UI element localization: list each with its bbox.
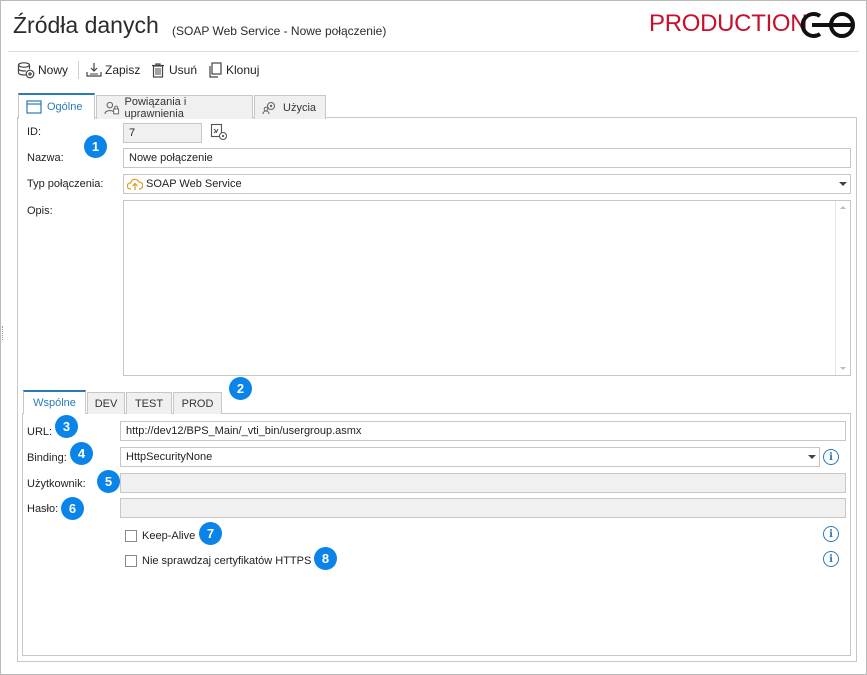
save-icon	[86, 63, 102, 77]
callout-badge-6: 6	[61, 497, 84, 520]
delete-button-label: Usuń	[169, 63, 198, 77]
binding-select[interactable]: HttpSecurityNone	[120, 447, 820, 467]
subtab-test[interactable]: TEST	[126, 392, 172, 414]
url-field[interactable]: http://dev12/BPS_Main/_vti_bin/usergroup…	[120, 421, 846, 441]
callout-badge-3: 3	[55, 415, 78, 438]
page-title: Źródła danych	[13, 12, 159, 38]
callout-badge-4: 4	[70, 442, 93, 465]
id-label: ID:	[27, 126, 42, 138]
scroll-up-arrow-icon[interactable]	[840, 206, 846, 209]
user-field[interactable]	[120, 473, 846, 493]
binding-info-icon[interactable]: i	[823, 449, 839, 465]
clone-button[interactable]: Klonuj	[207, 60, 259, 80]
header-divider	[8, 51, 859, 52]
tab-relations[interactable]: Powiązania i uprawnienia	[96, 95, 253, 120]
user-label: Użytkownik:	[27, 478, 86, 490]
new-database-icon	[17, 62, 35, 79]
callout-badge-2: 2	[229, 377, 252, 400]
name-field[interactable]: Nowe połączenie	[123, 148, 851, 168]
save-button-label: Zapisz	[105, 63, 141, 77]
user-lock-icon	[104, 101, 120, 114]
page-subtitle: (SOAP Web Service - Nowe połączenie)	[172, 24, 387, 38]
description-textarea[interactable]	[123, 200, 851, 376]
password-field[interactable]	[120, 498, 846, 518]
callout-badge-5: 5	[97, 470, 120, 493]
subtab-dev[interactable]: DEV	[87, 392, 125, 414]
tab-relations-label: Powiązania i uprawnienia	[124, 95, 187, 120]
new-button-label: Nowy	[38, 63, 69, 77]
environment-label: PRODUCTION	[649, 10, 808, 37]
webcon-logo-icon	[800, 12, 855, 38]
callout-badge-7: 7	[199, 522, 222, 545]
keepalive-label: Keep-Alive	[142, 530, 196, 542]
keepalive-info-icon[interactable]: i	[823, 526, 839, 542]
gear-users-icon	[262, 101, 276, 114]
window-icon	[26, 100, 42, 114]
no-cert-check-info-icon[interactable]: i	[823, 551, 839, 567]
tab-general[interactable]: Ogólne	[18, 93, 95, 119]
new-button[interactable]: Nowy	[17, 60, 68, 80]
connection-type-label: Typ połączenia:	[27, 178, 104, 190]
toolbar-separator	[78, 61, 79, 79]
resize-grip[interactable]	[2, 326, 5, 340]
name-label: Nazwa:	[27, 152, 64, 164]
clone-icon	[209, 62, 222, 78]
delete-button[interactable]: Usuń	[150, 60, 197, 80]
delete-icon	[152, 63, 164, 78]
description-label: Opis:	[27, 205, 53, 217]
tab-usages[interactable]: Użycia	[254, 95, 326, 119]
callout-badge-8: 8	[314, 547, 337, 570]
connection-type-chevron-down-icon[interactable]	[839, 182, 847, 186]
binding-label: Binding:	[27, 452, 67, 464]
cloud-upload-icon	[127, 178, 143, 190]
connection-type-value: SOAP Web Service	[146, 178, 242, 190]
tab-general-label: Ogólne	[47, 101, 83, 113]
callout-badge-1: 1	[84, 135, 107, 158]
subtab-common[interactable]: Wspólne	[23, 390, 86, 414]
save-button[interactable]: Zapisz	[86, 60, 140, 80]
scroll-down-arrow-icon[interactable]	[840, 367, 846, 370]
password-label: Hasło:	[27, 503, 59, 515]
tab-usages-label: Użycia	[283, 101, 317, 114]
subtab-prod[interactable]: PROD	[173, 392, 222, 414]
no-cert-check-label: Nie sprawdzaj certyfikatów HTTPS	[142, 555, 312, 567]
url-label: URL:	[27, 426, 53, 438]
connection-type-select[interactable]: SOAP Web Service	[123, 174, 851, 194]
id-settings-icon[interactable]	[210, 123, 228, 141]
description-scrollbar[interactable]	[835, 201, 850, 375]
clone-button-label: Klonuj	[226, 63, 260, 77]
keepalive-checkbox[interactable]	[125, 530, 137, 542]
id-field: 7	[123, 123, 202, 143]
binding-chevron-down-icon[interactable]	[808, 455, 816, 459]
no-cert-check-checkbox[interactable]	[125, 555, 137, 567]
